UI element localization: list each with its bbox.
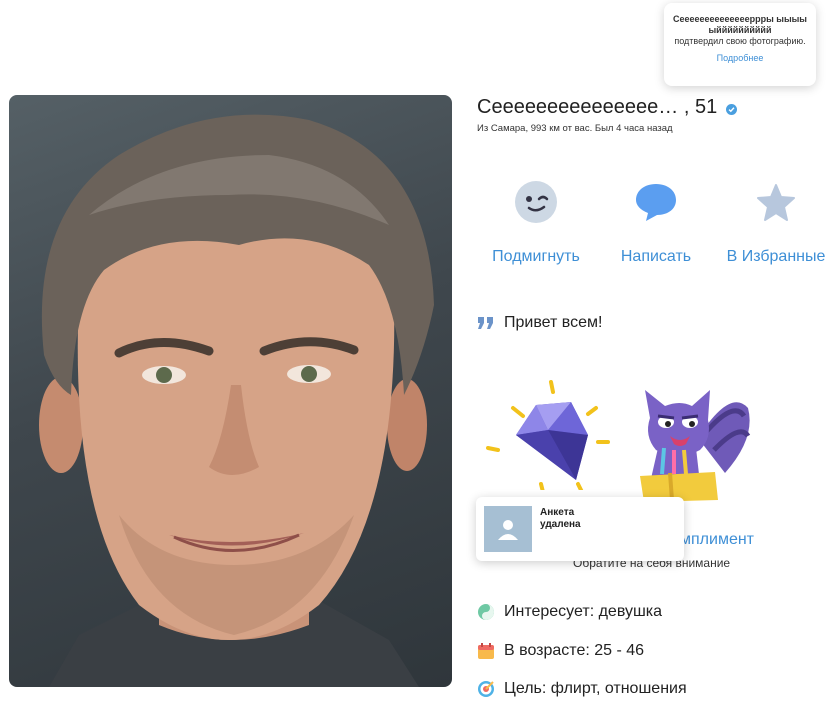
wink-button[interactable]: Подмигнуть [476, 178, 596, 266]
deleted-profile-text: Анкета удалена [540, 507, 581, 530]
profile-photo[interactable] [9, 95, 452, 687]
info-interest-text: Интересует: девушка [504, 603, 663, 620]
profile-location-line: Из Самара, 993 км от вас. Был 4 часа наз… [477, 123, 673, 134]
gem-sticker-icon[interactable] [486, 380, 611, 495]
info-interest: Интересует: девушка [477, 603, 662, 621]
calendar-icon [477, 642, 495, 660]
verification-tooltip: Сееееееееееееееррры ыыыыыйййййййййй подт… [664, 3, 816, 86]
status-text: Привет всем! [504, 314, 603, 331]
yin-yang-icon [477, 603, 495, 621]
info-goal-text: Цель: флирт, отношения [504, 680, 687, 697]
avatar [484, 506, 532, 552]
info-goal: Цель: флирт, отношения [477, 680, 687, 698]
tooltip-text: подтвердил свою фотографию. [674, 36, 806, 46]
write-message-button[interactable]: Написать [596, 178, 716, 266]
chat-bubble-icon [632, 178, 680, 226]
user-placeholder-icon [498, 520, 518, 540]
profile-header: Сеееееееееееееее… , 51 [477, 96, 738, 119]
deleted-profile-card[interactable]: Анкета удалена [476, 497, 684, 561]
add-favorites-button[interactable]: В Избранные [716, 178, 828, 266]
tooltip-more-link[interactable]: Подробнее [664, 53, 816, 63]
target-icon [477, 680, 495, 698]
favorites-label: В Избранные [726, 248, 826, 265]
cat-sticker-icon[interactable] [630, 378, 755, 508]
status-message: Привет всем! [477, 314, 602, 332]
wink-emoji-icon [512, 178, 560, 226]
info-age-range: В возрасте: 25 - 46 [477, 642, 644, 660]
star-icon [752, 178, 800, 226]
write-label: Написать [620, 248, 692, 265]
tooltip-user-name: Сееееееееееееееррры ыыыыыйййййййййй [673, 14, 807, 35]
info-age-text: В возрасте: 25 - 46 [504, 642, 645, 659]
quote-icon [477, 315, 495, 331]
verified-badge-icon[interactable] [726, 103, 738, 115]
compliment-link[interactable]: мплимент [680, 531, 754, 549]
wink-label: Подмигнуть [492, 248, 580, 265]
profile-name-age: Сеееееееееееееее… , 51 [477, 96, 718, 118]
